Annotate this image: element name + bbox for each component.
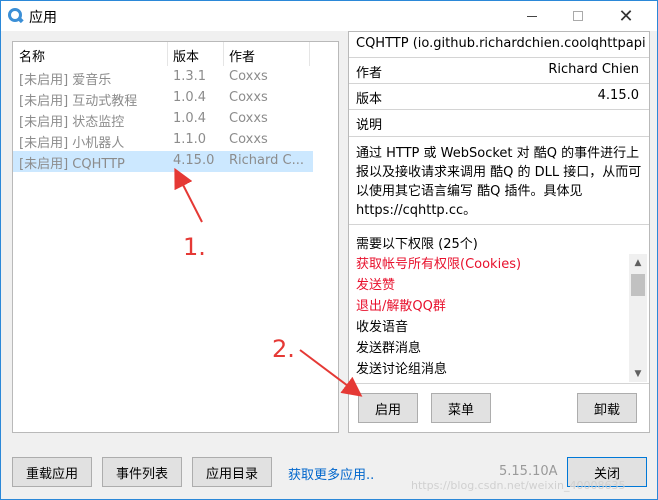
minimize-button[interactable] (509, 1, 555, 31)
app-window: 应用 ✕ 名称 版本 作者 [未启用] 爱音乐 1.3.1 Coxxs [未启用… (0, 0, 658, 500)
window-title: 应用 (29, 10, 57, 26)
permission-item: 获取帐号所有权限(Cookies) (356, 257, 522, 272)
minimize-icon (527, 15, 537, 17)
annotation-step-1: 1. (183, 233, 206, 261)
uninstall-button[interactable]: 卸载 (577, 393, 637, 423)
plugin-row[interactable]: [未启用] 爱音乐 1.3.1 Coxxs (13, 67, 313, 88)
close-window-button[interactable]: ✕ (603, 1, 649, 31)
close-icon: ✕ (618, 5, 634, 27)
plugin-version: 1.1.0 (173, 132, 207, 147)
permission-item: 发送赞 (356, 278, 396, 293)
author-label: 作者 (356, 66, 383, 81)
plugin-row[interactable]: [未启用] 状态监控 1.0.4 Coxxs (13, 109, 313, 130)
scroll-down-icon[interactable]: ▼ (629, 365, 647, 382)
version-value: 4.15.0 (597, 88, 639, 103)
divider (349, 136, 649, 137)
title-bar: 应用 ✕ (1, 1, 657, 31)
permissions-list[interactable]: 获取帐号所有权限(Cookies) 发送赞 退出/解散QQ群 收发语音 发送群消… (349, 254, 629, 382)
plugin-version: 1.3.1 (173, 69, 207, 84)
plugin-author: Richard C... (229, 153, 304, 168)
permission-item: 发送讨论组消息 (356, 362, 448, 377)
scroll-thumb[interactable] (631, 274, 645, 296)
app-version: 5.15.10A (499, 464, 558, 479)
author-row: 作者 Richard Chien (349, 58, 649, 82)
enable-button[interactable]: 启用 (358, 393, 418, 423)
plugin-row[interactable]: [未启用] 互动式教程 1.0.4 Coxxs (13, 88, 313, 109)
permission-item: 收发语音 (356, 320, 409, 335)
plugin-name: [未启用] 状态监控 (19, 115, 125, 130)
maximize-button[interactable] (555, 1, 601, 31)
column-divider (223, 42, 224, 66)
get-more-apps-link[interactable]: 获取更多应用.. (288, 464, 374, 483)
plugin-name: [未启用] 小机器人 (19, 136, 125, 151)
plugin-name: [未启用] CQHTTP (19, 157, 125, 172)
plugin-name: [未启用] 爱音乐 (19, 73, 112, 88)
list-header: 名称 版本 作者 (13, 42, 338, 66)
plugin-details-panel: CQHTTP (io.github.richardchien.coolqhttp… (348, 31, 650, 433)
version-row: 版本 4.15.0 (349, 84, 649, 108)
plugin-list[interactable]: 名称 版本 作者 [未启用] 爱音乐 1.3.1 Coxxs [未启用] 互动式… (12, 41, 339, 433)
plugin-version: 4.15.0 (173, 153, 215, 168)
description-row: 说明 (349, 110, 649, 134)
plugin-author: Coxxs (229, 90, 268, 105)
column-divider (309, 42, 310, 66)
description-label: 说明 (356, 118, 383, 133)
permission-item: 退出/解散QQ群 (356, 299, 446, 314)
permission-item: 发送群消息 (356, 341, 422, 356)
plugin-description: 通过 HTTP 或 WebSocket 对 酷Q 的事件进行上报以及接收请求来调… (356, 146, 642, 218)
plugin-name: [未启用] 互动式教程 (19, 94, 138, 109)
column-header-author[interactable]: 作者 (229, 46, 255, 65)
plugin-version: 1.0.4 (173, 90, 207, 105)
plugin-version: 1.0.4 (173, 111, 207, 126)
divider (349, 383, 649, 384)
plugin-row-selected[interactable]: [未启用] CQHTTP 4.15.0 Richard C... (13, 151, 313, 172)
menu-button[interactable]: 菜单 (431, 393, 491, 423)
watermark: https://blog.csdn.net/weixin_40008635 (411, 479, 626, 492)
annotation-step-2: 2. (272, 335, 295, 363)
plugin-row[interactable]: [未启用] 小机器人 1.1.0 Coxxs (13, 130, 313, 151)
app-directory-button[interactable]: 应用目录 (192, 457, 272, 487)
permissions-scrollbar[interactable]: ▲ ▼ (629, 254, 647, 382)
plugin-id: CQHTTP (io.github.richardchien.coolqhttp… (356, 36, 646, 51)
author-value: Richard Chien (548, 62, 639, 77)
column-divider (167, 42, 168, 66)
scroll-up-icon[interactable]: ▲ (629, 254, 647, 271)
permissions-title: 需要以下权限 (25个) (356, 237, 478, 252)
plugin-author: Coxxs (229, 111, 268, 126)
maximize-icon (573, 11, 583, 21)
column-header-name[interactable]: 名称 (19, 46, 45, 65)
reload-apps-button[interactable]: 重载应用 (12, 457, 92, 487)
column-header-version[interactable]: 版本 (173, 46, 199, 65)
plugin-author: Coxxs (229, 69, 268, 84)
version-label: 版本 (356, 92, 383, 107)
event-list-button[interactable]: 事件列表 (102, 457, 182, 487)
plugin-author: Coxxs (229, 132, 268, 147)
divider (349, 224, 649, 225)
app-logo-icon (8, 8, 22, 22)
